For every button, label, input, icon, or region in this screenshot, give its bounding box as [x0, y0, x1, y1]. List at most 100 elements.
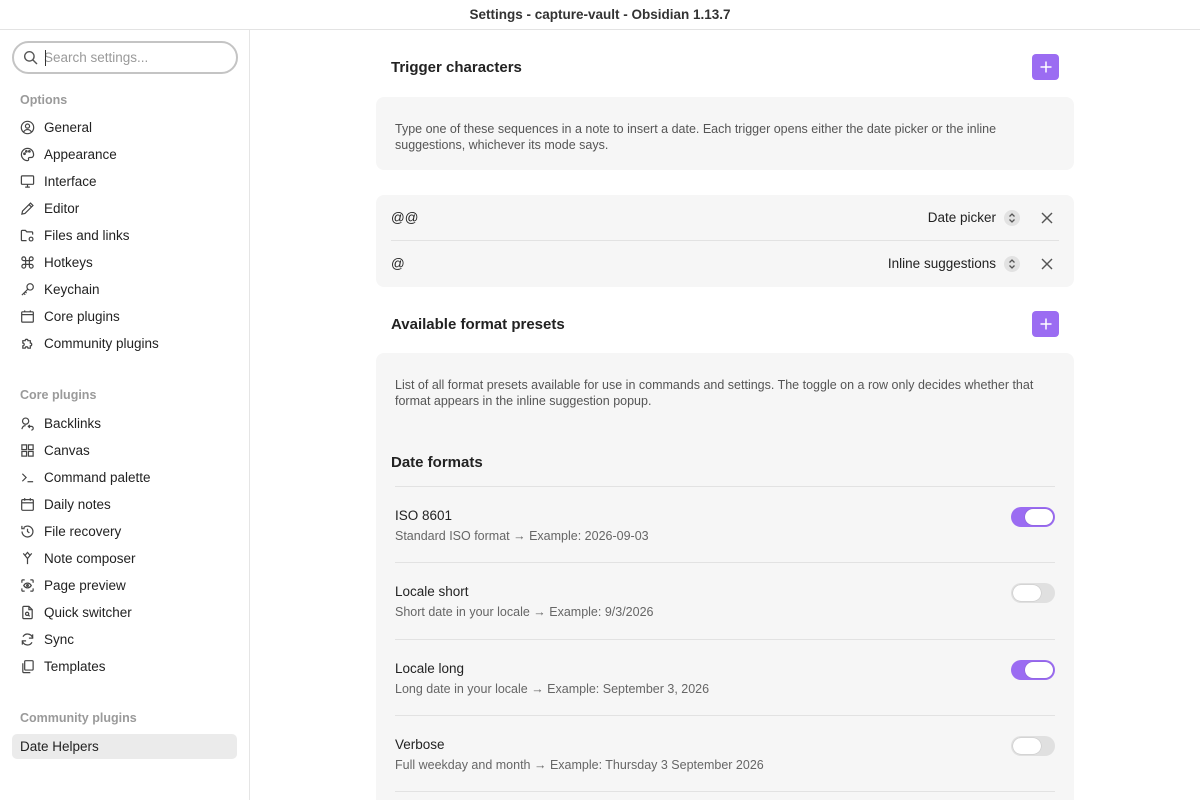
history-icon	[21, 525, 34, 538]
nav-item-daily-notes[interactable]: Daily notes	[12, 492, 237, 517]
chevrons-up-down-icon[interactable]	[1004, 209, 1020, 226]
trigger-row: @@ Date picker	[391, 195, 1059, 240]
trigger-row: @ Inline suggestions	[391, 241, 1059, 286]
trigger-mode-select[interactable]: Inline suggestions	[888, 256, 996, 271]
format-row-locale-short: Locale short Short date in your locale →…	[395, 562, 1055, 638]
nav-label: Files and links	[44, 228, 130, 243]
row-divider	[395, 791, 1055, 792]
nav-label: Canvas	[44, 443, 90, 458]
nav-item-hotkeys[interactable]: Hotkeys	[12, 250, 237, 275]
nav-item-file-recovery[interactable]: File recovery	[12, 519, 237, 544]
nav-label: Core plugins	[44, 309, 120, 324]
format-row-verbose: Verbose Full weekday and month → Example…	[395, 715, 1055, 791]
nav-item-community-plugins[interactable]: Community plugins	[12, 331, 237, 356]
format-row-locale-long: Locale long Long date in your locale → E…	[395, 639, 1055, 715]
nav-label: Quick switcher	[44, 605, 132, 620]
nav-item-date-helpers[interactable]: Date Helpers	[12, 734, 237, 759]
nav-label: Interface	[44, 174, 97, 189]
copy-file-icon	[22, 660, 34, 674]
trigger-mode-select[interactable]: Date picker	[928, 210, 996, 225]
nav-label: Templates	[44, 659, 106, 674]
nav-item-appearance[interactable]: Appearance	[12, 142, 237, 167]
nav-item-templates[interactable]: Templates	[12, 654, 237, 679]
nav-label: Appearance	[44, 147, 117, 162]
nav-label: Hotkeys	[44, 255, 93, 270]
format-presets-title: Available format presets	[391, 316, 565, 333]
window-title: Settings - capture-vault - Obsidian 1.13…	[0, 0, 1200, 30]
nav-item-page-preview[interactable]: Page preview	[12, 573, 237, 598]
search-input[interactable]	[44, 50, 224, 65]
user-circle-icon	[20, 120, 35, 135]
nav-label: Keychain	[44, 282, 100, 297]
nav-label: Page preview	[44, 578, 126, 593]
nav-label: Sync	[44, 632, 75, 647]
trigger-key: @	[391, 256, 405, 271]
nav-item-sync[interactable]: Sync	[12, 627, 237, 652]
format-description: Short date in your locale → Example: 9/3…	[395, 605, 654, 619]
nav-item-note-composer[interactable]: Note composer	[12, 546, 237, 571]
puzzle-icon	[22, 338, 33, 349]
add-format-button[interactable]	[1032, 311, 1059, 337]
close-icon	[1041, 212, 1053, 223]
pencil-icon	[21, 202, 34, 215]
trigger-key: @@	[391, 210, 419, 225]
chevrons-up-down-icon[interactable]	[1004, 255, 1020, 272]
format-description: Standard ISO format → Example: 2026-09-0…	[395, 529, 649, 543]
key-icon	[21, 283, 34, 296]
palette-icon	[20, 147, 35, 162]
nav-item-keychain[interactable]: Keychain	[12, 277, 237, 302]
settings-sidebar: Options General Appearance Interface Edi…	[0, 30, 250, 800]
command-icon	[21, 256, 34, 269]
text-caret	[45, 50, 46, 66]
date-formats-title: Date formats	[391, 454, 483, 471]
format-name: Locale short	[395, 584, 469, 599]
nav-label: Community plugins	[44, 336, 159, 351]
format-row-iso-8601: ISO 8601 Standard ISO format → Example: …	[395, 486, 1055, 562]
format-toggle[interactable]	[1011, 660, 1055, 680]
nav-item-interface[interactable]: Interface	[12, 169, 237, 194]
add-trigger-button[interactable]	[1032, 54, 1059, 80]
grid-icon	[21, 444, 34, 457]
search-icon	[23, 50, 38, 65]
search-box[interactable]	[12, 41, 238, 74]
trigger-description: Type one of these sequences in a note to…	[395, 122, 997, 152]
format-presets-description: List of all format presets available for…	[395, 378, 1034, 408]
nav-item-editor[interactable]: Editor	[12, 196, 237, 221]
merge-icon	[22, 551, 33, 565]
remove-trigger-button[interactable]	[1039, 210, 1055, 226]
nav-item-command-palette[interactable]: Command palette	[12, 465, 237, 490]
nav-item-files-and-links[interactable]: Files and links	[12, 223, 237, 248]
terminal-icon	[21, 473, 34, 483]
nav-label: Daily notes	[44, 497, 111, 512]
remove-trigger-button[interactable]	[1039, 256, 1055, 272]
nav-label: Editor	[44, 201, 80, 216]
format-name: ISO 8601	[395, 508, 453, 523]
plus-icon	[1040, 318, 1051, 330]
nav-item-quick-switcher[interactable]: Quick switcher	[12, 600, 237, 625]
calendar-icon	[21, 498, 34, 511]
file-search-icon	[22, 605, 33, 620]
format-name: Locale long	[395, 661, 465, 676]
nav-item-backlinks[interactable]: Backlinks	[12, 411, 237, 436]
format-toggle[interactable]	[1011, 583, 1055, 603]
nav-label: Note composer	[44, 551, 136, 566]
nav-item-canvas[interactable]: Canvas	[12, 438, 237, 463]
monitor-icon	[20, 175, 35, 188]
trigger-characters-title: Trigger characters	[391, 59, 522, 76]
nav-item-core-plugins[interactable]: Core plugins	[12, 304, 237, 329]
nav-label: Command palette	[44, 470, 151, 485]
nav-item-general[interactable]: General	[12, 115, 237, 140]
format-toggle[interactable]	[1011, 507, 1055, 527]
nav-label: General	[44, 120, 93, 135]
close-icon	[1041, 258, 1053, 269]
format-description: Long date in your locale → Example: Sept…	[395, 682, 710, 696]
backlinks-icon	[21, 417, 34, 431]
plus-icon	[1040, 61, 1051, 73]
nav-label: File recovery	[44, 524, 122, 539]
nav-label: Date Helpers	[20, 739, 99, 754]
calendar-box-icon	[21, 310, 34, 323]
options-header: Options	[20, 93, 68, 107]
refresh-icon	[21, 633, 34, 646]
nav-label: Backlinks	[44, 416, 102, 431]
format-toggle[interactable]	[1011, 736, 1055, 756]
